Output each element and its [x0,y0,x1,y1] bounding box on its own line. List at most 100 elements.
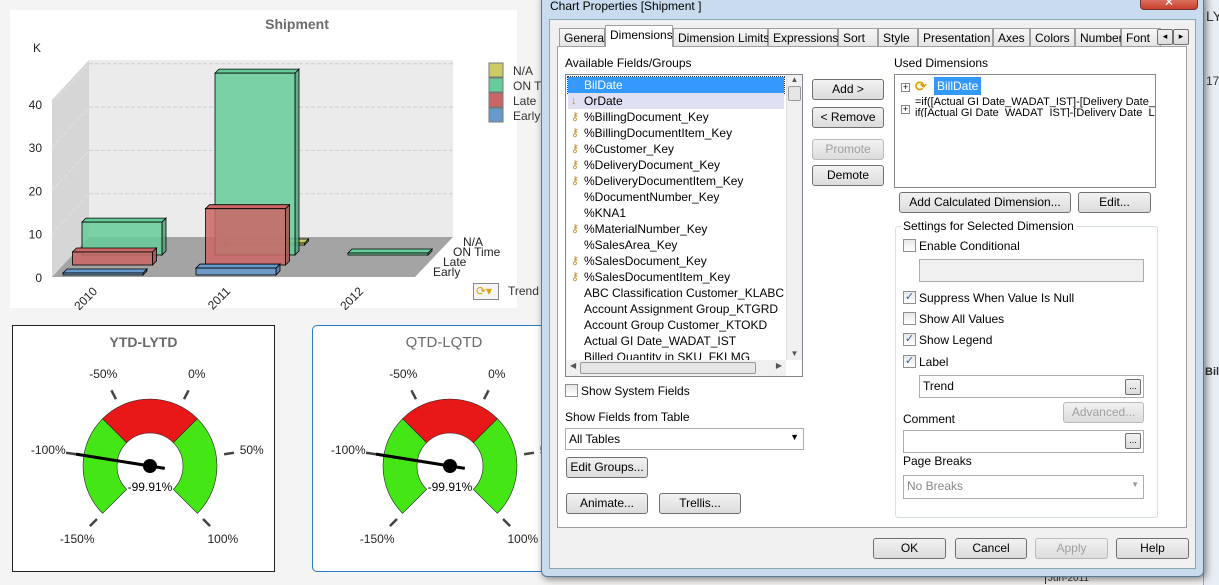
gauge-tick-label: 100% [507,532,538,546]
promote-button[interactable]: Promote [812,139,884,160]
tab-axes[interactable]: Axes [993,28,1030,46]
add-calculated-dimension-button[interactable]: Add Calculated Dimension... [899,192,1071,213]
hscroll-thumb[interactable] [580,362,756,374]
field-list-item[interactable]: %DocumentNumber_Key [568,189,784,205]
used-dimension-item[interactable]: =if([Actual GI Date_WADAT_IST]-[Delivery… [915,97,1155,117]
dropdown-value: All Tables [569,432,621,446]
tab-sort[interactable]: Sort [838,28,878,46]
tab-font[interactable]: Font [1121,28,1161,46]
tab-dimensions[interactable]: Dimensions [605,25,673,47]
scroll-left-icon[interactable]: ◀ [570,361,576,370]
ok-button[interactable]: OK [873,538,946,559]
apply-button[interactable]: Apply [1035,538,1108,559]
used-dimension-item[interactable]: BillDate [934,77,982,95]
tab-expressions[interactable]: Expressions [768,28,838,46]
tab-general[interactable]: General [559,28,607,46]
page-breaks-dropdown[interactable]: No Breaks ▼ [903,475,1144,499]
expression-line: if([Actual GI Date_WADAT_IST]-[Delivery … [915,107,1155,118]
field-list-item[interactable]: Account Group Customer_KTOKD [568,317,784,333]
field-list-item[interactable]: %SalesArea_Key [568,237,784,253]
expand-icon[interactable]: + [901,83,910,92]
label-input[interactable]: Trend [919,375,1144,398]
field-list-item[interactable]: ⚷ %BillingDocument_Key [568,109,784,125]
edit-button[interactable]: Edit... [1078,192,1151,213]
field-list-item[interactable]: ⚷ %DeliveryDocumentItem_Key [568,173,784,189]
comment-ellipsis-button[interactable]: ... [1125,433,1141,449]
bar-early-2010 [62,272,144,276]
field-list-item[interactable]: ⚷ %DeliveryDocument_Key [568,157,784,173]
y-tick-label: 20 [29,184,43,198]
tab-presentation[interactable]: Presentation [918,28,993,46]
field-list-item[interactable]: ⚷ %SalesDocumentItem_Key [568,269,784,285]
gauge-tick-label: 50% [240,443,264,457]
conditional-expression-field[interactable] [919,259,1144,282]
trend-group-icon[interactable]: ⟳▾ [473,283,499,300]
key-icon: ⚷ [571,255,580,267]
key-icon: ⚷ [571,159,580,171]
tab-dimension-limits[interactable]: Dimension Limits [673,28,769,46]
gauge-qtd: -150%-100%-50%0%50%100%-99.91% [331,367,545,546]
scroll-thumb[interactable] [788,86,801,101]
tab-style[interactable]: Style [878,28,918,46]
key-icon: ⚷ [571,271,580,283]
field-list-item[interactable]: ⚷ %BillingDocumentItem_Key [568,125,784,141]
scroll-right-icon[interactable]: ▶ [776,361,782,370]
field-label: %DeliveryDocumentItem_Key [584,174,744,188]
tab-colors[interactable]: Colors [1030,28,1075,46]
comment-label: Comment [903,412,956,426]
gauge-tick-label: -100% [331,443,366,457]
animate-button[interactable]: Animate... [566,493,648,514]
enable-conditional-checkbox[interactable] [903,239,916,252]
add-button[interactable]: Add > [812,79,884,100]
comment-input[interactable] [903,430,1144,453]
field-list-item[interactable]: ABC Classification Customer_KLABC [568,285,784,301]
list-hscrollbar[interactable]: ◀ ▶ [566,360,786,376]
available-fields-list[interactable]: ↓ BilDate ↓ OrDate ⚷ %BillingDocument_Key ⚷ %Bi… [565,74,803,377]
tab-scroll-right[interactable]: ▸ [1173,29,1189,45]
edit-groups-button[interactable]: Edit Groups... [566,457,648,478]
label-checkbox[interactable]: ✓ [903,355,916,368]
field-label: BilDate [584,78,623,92]
tab-scroll-left[interactable]: ◂ [1157,29,1173,45]
show-legend-checkbox[interactable]: ✓ [903,333,916,346]
cancel-button[interactable]: Cancel [955,538,1027,559]
gauge-tick-label: -100% [31,443,66,457]
label-ellipsis-button[interactable]: ... [1125,379,1141,395]
key-icon: ⚷ [571,223,580,235]
field-list-item[interactable]: %KNA1 [568,205,784,221]
x-tick-label: 2010 [71,284,100,310]
gauge-value: -99.91% [128,480,173,494]
show-fields-dropdown[interactable]: All Tables ▼ [565,428,804,450]
field-list-item[interactable]: Account Assignment Group_KTGRD [568,301,784,317]
label-checkbox-label: Label [919,355,949,369]
field-list-item[interactable]: ⚷ %Customer_Key [568,141,784,157]
close-button[interactable]: ✕ [1140,0,1198,10]
show-legend-label: Show Legend [919,333,993,347]
trellis-button[interactable]: Trellis... [659,493,741,514]
used-dimensions-label: Used Dimensions [894,56,989,70]
y-axis-unit: K [33,41,41,55]
show-all-values-checkbox[interactable] [903,312,916,325]
x-tick-label: 2011 [205,284,233,310]
suppress-null-checkbox[interactable]: ✓ [903,291,916,304]
advanced-button[interactable]: Advanced... [1063,402,1144,423]
demote-button[interactable]: Demote [812,165,884,186]
show-system-fields-checkbox[interactable] [565,384,578,397]
field-label: %Customer_Key [584,142,675,156]
scroll-up-icon[interactable]: ▲ [787,75,802,84]
field-list-item[interactable]: ↓ BilDate [567,76,785,94]
help-button[interactable]: Help [1116,538,1189,559]
remove-button[interactable]: < Remove [812,107,884,128]
field-list-item[interactable]: ↓ OrDate [568,93,784,109]
field-list-item[interactable]: ⚷ %SalesDocument_Key [568,253,784,269]
field-label: Actual GI Date_WADAT_IST [584,334,737,348]
gauge-value: -99.91% [428,480,473,494]
list-vscrollbar[interactable]: ▲ ▼ [786,75,802,360]
scroll-down-icon[interactable]: ▼ [787,349,802,358]
field-list-item[interactable]: Actual GI Date_WADAT_IST [568,333,784,349]
bar-top [195,263,281,269]
expand-icon[interactable]: + [901,105,910,114]
used-dimensions-list[interactable]: + ⟳ BillDate + =if([Actual GI Date_WADAT… [894,74,1156,188]
tab-number[interactable]: Number [1075,28,1123,46]
field-list-item[interactable]: ⚷ %MaterialNumber_Key [568,221,784,237]
